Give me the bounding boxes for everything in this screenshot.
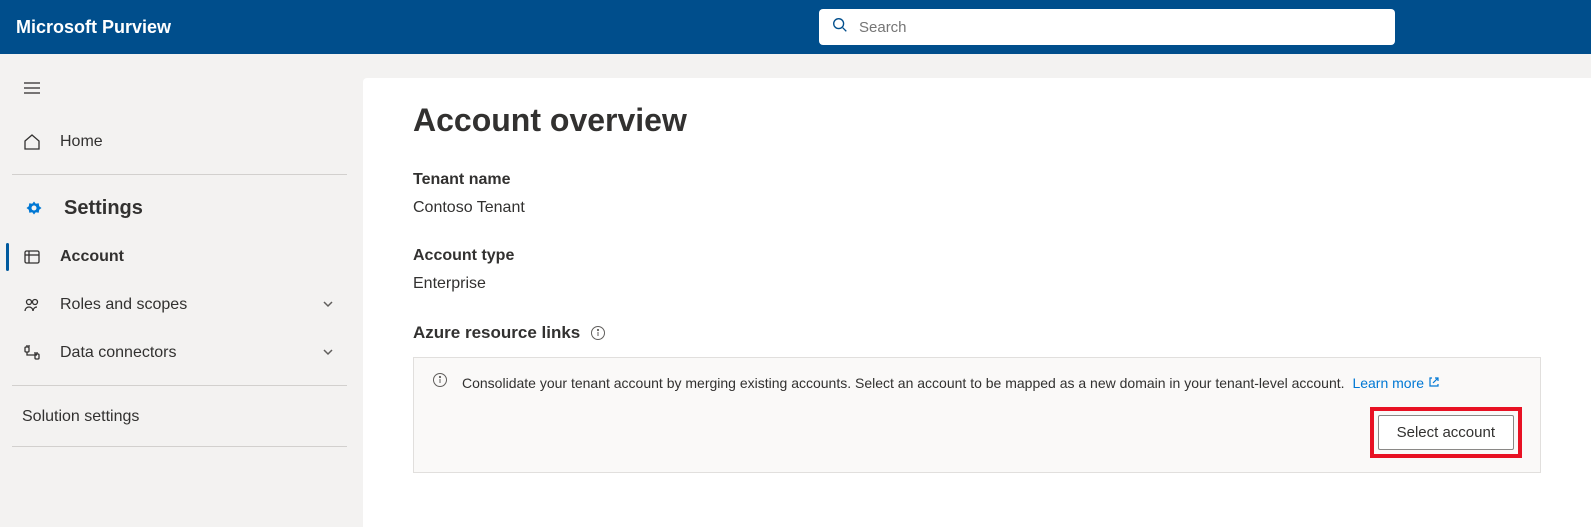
home-icon [22,132,42,152]
divider [12,385,347,386]
sidebar-item-home[interactable]: Home [12,118,347,166]
learn-more-link[interactable]: Learn more [1352,375,1440,391]
app-title: Microsoft Purview [16,17,171,38]
chevron-down-icon [321,345,337,361]
select-account-button[interactable]: Select account [1378,415,1514,450]
search-icon [831,16,849,39]
section-label: Settings [64,197,337,220]
sidebar-section-settings: Settings [12,183,347,233]
roles-icon [22,295,42,315]
hamburger-icon [22,78,42,103]
info-banner-row: Consolidate your tenant account by mergi… [432,372,1522,393]
sidebar-item-label: Solution settings [22,408,139,425]
connectors-icon [22,343,42,363]
sidebar-item-solution-settings[interactable]: Solution settings [12,394,347,438]
main-content: Account overview Tenant name Contoso Ten… [363,78,1591,527]
sidebar-item-data-connectors[interactable]: Data connectors [12,329,347,377]
banner-text-content: Consolidate your tenant account by mergi… [462,375,1345,391]
field-label: Tenant name [413,171,1541,189]
field-account-type: Account type Enterprise [413,247,1541,293]
banner-text: Consolidate your tenant account by mergi… [462,375,1440,391]
field-value: Contoso Tenant [413,199,1541,217]
sidebar-item-label: Account [60,248,337,266]
divider [12,174,347,175]
field-tenant-name: Tenant name Contoso Tenant [413,171,1541,217]
external-link-icon [1428,375,1440,391]
divider [12,446,347,447]
sidebar: Home Settings [0,54,363,527]
section-label: Azure resource links [413,323,580,343]
search-box[interactable] [819,9,1395,45]
field-value: Enterprise [413,275,1541,293]
info-icon[interactable] [590,325,606,341]
learn-more-label: Learn more [1352,375,1424,391]
sidebar-item-label: Data connectors [60,344,303,362]
banner-actions: Select account [432,407,1522,458]
sidebar-item-label: Home [60,133,337,151]
account-icon [22,247,42,267]
section-azure-links: Azure resource links [413,323,1541,343]
sidebar-item-account[interactable]: Account [12,233,347,281]
info-icon [432,372,448,393]
page-title: Account overview [413,102,1541,139]
layout: Home Settings [0,54,1591,527]
search-container [819,9,1395,45]
hamburger-menu[interactable] [12,70,52,110]
chevron-down-icon [321,297,337,313]
sidebar-item-roles-scopes[interactable]: Roles and scopes [12,281,347,329]
field-label: Account type [413,247,1541,265]
gear-icon [22,196,46,220]
app-header: Microsoft Purview [0,0,1591,54]
sidebar-item-label: Roles and scopes [60,296,303,314]
search-input[interactable] [859,19,1383,36]
highlight-annotation: Select account [1370,407,1522,458]
info-banner: Consolidate your tenant account by mergi… [413,357,1541,473]
